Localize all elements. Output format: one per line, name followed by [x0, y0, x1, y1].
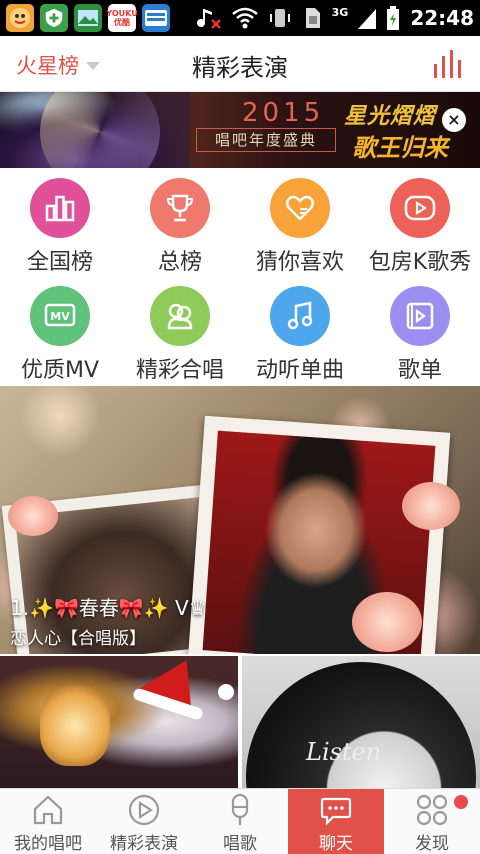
category-grid: 全国榜 总榜 猜你喜欢 包房K歌秀 MV 优质MV 精彩合唱 动听单曲 歌单: [0, 168, 480, 386]
performance-song-title: 恋人心【合唱版】: [10, 629, 146, 649]
youku-app-icon: YOUKU 优酷: [106, 4, 138, 32]
rose-decoration: [8, 496, 58, 536]
bottom-navigation: 我的唱吧 精彩表演 唱歌 聊天 发现: [0, 788, 480, 854]
microphone-icon: [231, 793, 249, 825]
notification-badge: [454, 795, 468, 809]
category-playlists[interactable]: 歌单: [360, 276, 480, 383]
sim-icon: [305, 8, 320, 28]
thumbnail-card-left[interactable]: [0, 656, 238, 788]
battery-icon: [387, 6, 400, 30]
performance-thumbnails: Listen: [0, 656, 480, 788]
ranking-chart-button[interactable]: [432, 48, 466, 78]
play-circle-icon: [128, 794, 160, 826]
chat-icon: [320, 797, 352, 826]
clock: 22:48: [410, 6, 474, 30]
vibrate-icon: [269, 9, 290, 27]
playlist-icon: [390, 286, 450, 346]
notification-icons: YOUKU 优酷: [6, 4, 170, 32]
mv-icon: MV: [30, 286, 90, 346]
thumbnail-card-right[interactable]: Listen: [242, 656, 480, 788]
nav-performances[interactable]: 精彩表演: [96, 789, 192, 854]
lantern-image: [40, 686, 110, 766]
featured-performance-card[interactable]: 1.✨🎀春春🎀✨ V♛ 恋人心【合唱版】: [0, 386, 480, 654]
music-note-icon: [270, 286, 330, 346]
svg-text:MV: MV: [50, 310, 70, 323]
home-icon: [33, 795, 63, 825]
category-label: 总榜: [157, 250, 202, 275]
play-icon: [390, 178, 450, 238]
thumbnail-overlay-text: Listen: [306, 738, 382, 766]
category-label: 优质MV: [20, 358, 100, 383]
store-app-icon: [142, 4, 170, 32]
nav-discover[interactable]: 发现: [384, 789, 480, 854]
network-type: 3G: [331, 5, 349, 19]
category-label: 精彩合唱: [135, 358, 224, 383]
rose-decoration: [402, 482, 460, 530]
duet-icon: [150, 286, 210, 346]
category-ktv-show[interactable]: 包房K歌秀: [360, 168, 480, 275]
category-label: 猜你喜欢: [255, 250, 344, 275]
banner-calligraphy-line2: 歌王归来: [352, 133, 448, 162]
nav-label: 聊天: [319, 834, 353, 854]
signal-icon: [358, 9, 377, 29]
page-title: 精彩表演: [192, 54, 288, 82]
music-muted-icon: [196, 9, 221, 29]
banner-subtitle: 唱吧年度盛典: [196, 128, 336, 152]
category-total-chart[interactable]: 总榜: [120, 168, 240, 275]
category-national-chart[interactable]: 全国榜: [0, 168, 120, 275]
chart-icon: [434, 50, 461, 78]
chart-icon: [30, 178, 90, 238]
discover-icon: [416, 794, 448, 826]
nav-label: 发现: [415, 834, 449, 854]
nav-my-changba[interactable]: 我的唱吧: [0, 789, 96, 854]
status-indicators: 3G 22:48: [196, 6, 474, 30]
rose-decoration: [352, 592, 422, 652]
nav-label: 唱歌: [223, 834, 257, 854]
category-singles[interactable]: 动听单曲: [240, 276, 360, 383]
banner-close-button[interactable]: ×: [442, 108, 466, 132]
security-app-icon: [40, 4, 68, 32]
vinyl-portrait-image: [246, 662, 476, 788]
gallery-app-icon: [74, 4, 102, 32]
nav-chat[interactable]: 聊天: [288, 789, 384, 854]
category-quality-mv[interactable]: MV 优质MV: [0, 276, 120, 383]
promo-banner[interactable]: 2015 唱吧年度盛典 星光熠熠 歌王归来 ×: [0, 92, 480, 168]
category-recommended[interactable]: 猜你喜欢: [240, 168, 360, 275]
category-label: 全国榜: [26, 250, 93, 275]
banner-light-rays: [40, 92, 160, 168]
category-label: 包房K歌秀: [368, 250, 472, 275]
trophy-icon: [150, 178, 210, 238]
status-bar: YOUKU 优酷 3G 22:48: [0, 0, 480, 36]
nav-label: 我的唱吧: [14, 834, 82, 854]
banner-calligraphy-line1: 星光熠熠: [344, 103, 437, 129]
wifi-icon: [231, 7, 258, 29]
app-header: 火星榜 精彩表演: [0, 36, 480, 92]
performance-rank-and-singer: 1.✨🎀春春🎀✨ V♛: [10, 596, 207, 620]
banner-year: 2015: [242, 98, 325, 128]
nav-label: 精彩表演: [110, 834, 178, 854]
category-duets[interactable]: 精彩合唱: [120, 276, 240, 383]
category-label: 动听单曲: [255, 358, 344, 383]
nav-sing[interactable]: 唱歌: [192, 789, 288, 854]
heart-icon: [270, 178, 330, 238]
santa-hat-ball: [218, 684, 234, 700]
game-app-icon: [6, 4, 34, 32]
category-label: 歌单: [397, 358, 442, 383]
